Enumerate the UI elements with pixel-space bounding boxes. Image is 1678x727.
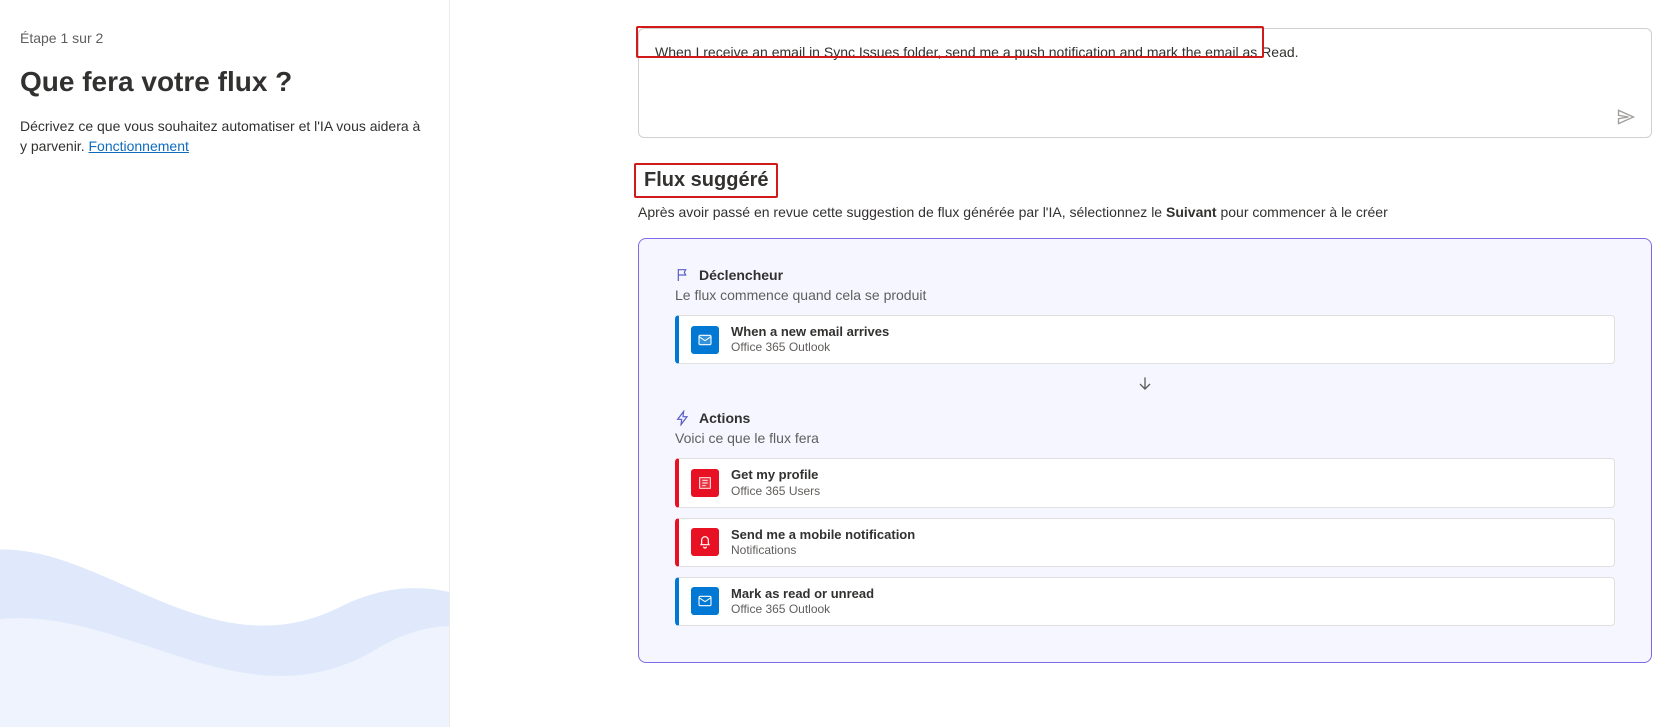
action-connector: Office 365 Users [731,484,820,499]
send-button[interactable] [1614,105,1638,129]
suggested-flow-heading: Flux suggéré [638,167,774,194]
action-title: Send me a mobile notification [731,527,915,543]
flag-icon [675,267,691,283]
decorative-wave [0,387,450,727]
suggested-title-wrap: Flux suggéré [638,167,774,194]
prompt-input[interactable] [638,28,1652,138]
action-card-get-profile[interactable]: Get my profile Office 365 Users [675,458,1615,507]
prompt-area [638,28,1652,143]
office-users-icon [691,469,719,497]
send-icon [1616,107,1636,127]
arrow-down-icon [675,374,1615,394]
actions-header: Actions [675,410,1615,426]
action-card-mark-read[interactable]: Mark as read or unread Office 365 Outloo… [675,577,1615,626]
right-panel: Flux suggéré Après avoir passé en revue … [450,0,1678,727]
outlook-icon [691,326,719,354]
left-panel: Étape 1 sur 2 Que fera votre flux ? Décr… [0,0,450,727]
action-title: Mark as read or unread [731,586,874,602]
trigger-connector: Office 365 Outlook [731,340,889,355]
trigger-subtext: Le flux commence quand cela se produit [675,287,1615,303]
action-connector: Office 365 Outlook [731,602,874,617]
bell-icon [691,528,719,556]
trigger-header: Déclencheur [675,267,1615,283]
trigger-title: When a new email arrives [731,324,889,340]
page-title: Que fera votre flux ? [20,66,425,98]
trigger-header-text: Déclencheur [699,267,783,283]
suggested-flow-subtext: Après avoir passé en revue cette suggest… [638,204,1652,220]
actions-header-text: Actions [699,410,750,426]
action-card-send-notification[interactable]: Send me a mobile notification Notificati… [675,518,1615,567]
step-indicator: Étape 1 sur 2 [20,30,425,46]
flow-suggestion-card: Déclencheur Le flux commence quand cela … [638,238,1652,663]
desc-text: Décrivez ce que vous souhaitez automatis… [20,118,420,154]
trigger-card[interactable]: When a new email arrives Office 365 Outl… [675,315,1615,364]
action-connector: Notifications [731,543,915,558]
page-description: Décrivez ce que vous souhaitez automatis… [20,116,425,157]
lightning-icon [675,410,691,426]
outlook-icon [691,587,719,615]
how-it-works-link[interactable]: Fonctionnement [88,138,188,154]
action-title: Get my profile [731,467,820,483]
actions-subtext: Voici ce que le flux fera [675,430,1615,446]
